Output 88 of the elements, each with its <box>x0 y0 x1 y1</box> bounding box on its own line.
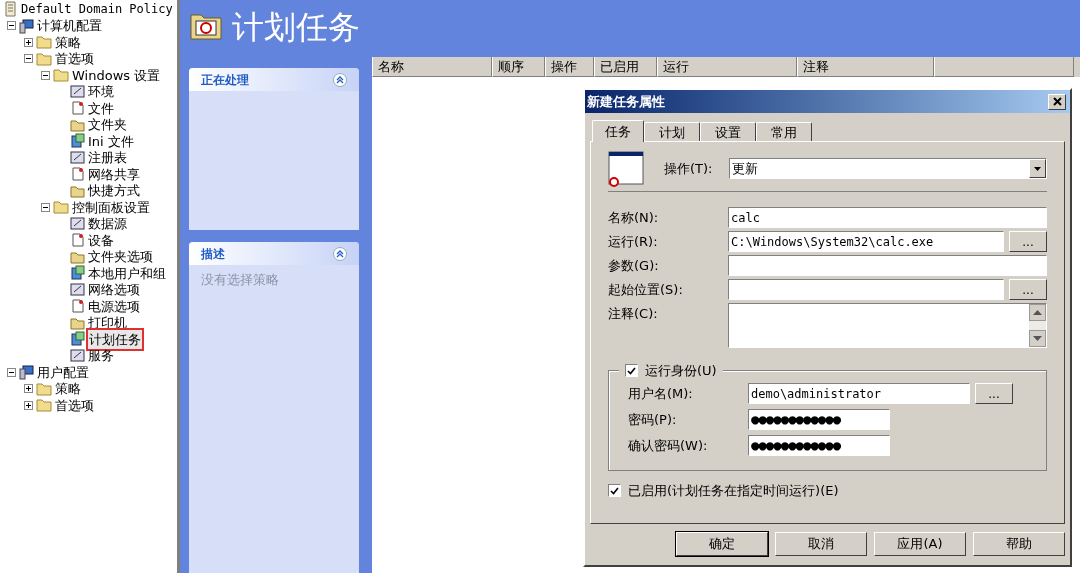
field-label: 参数(G): <box>608 257 660 275</box>
item-icon <box>70 281 85 298</box>
expand-expander-icon[interactable] <box>24 384 33 394</box>
folder-icon <box>36 50 52 67</box>
input-field[interactable] <box>728 279 1004 300</box>
item-icon <box>70 166 85 183</box>
field-label: 起始位置(S): <box>608 281 684 299</box>
checkbox-label: 已启用(计划任务在指定时间运行)(E) <box>628 482 839 500</box>
dialog-button[interactable]: 应用(A) <box>874 532 966 556</box>
item-icon <box>70 265 85 282</box>
folder-icon <box>36 34 52 51</box>
item-icon <box>70 331 85 348</box>
computer-icon <box>19 364 34 381</box>
page-title: 计划任务 <box>232 10 360 44</box>
folder-icon <box>53 199 69 216</box>
item-icon <box>70 133 85 150</box>
collapse-expander-icon[interactable] <box>24 54 33 64</box>
folder-icon <box>36 380 52 397</box>
collapse-expander-icon[interactable] <box>41 70 50 80</box>
column-header[interactable]: 注释 <box>797 57 934 77</box>
browse-button[interactable]: ... <box>1009 231 1047 252</box>
input-field[interactable]: demo\administrator <box>748 383 970 404</box>
expand-expander-icon[interactable] <box>24 37 33 47</box>
tree-item[interactable]: 用户配置 <box>37 362 89 382</box>
item-icon <box>70 83 85 100</box>
folder-icon <box>36 397 52 414</box>
collapse-chevron-icon <box>333 246 347 261</box>
tab[interactable]: 常用 <box>756 122 812 141</box>
check-mark-icon <box>610 486 619 495</box>
panel-title: 正在处理 <box>201 71 249 89</box>
tree-item[interactable]: 服务 <box>88 346 114 366</box>
tree-item[interactable]: Default Domain Policy <box>21 0 173 19</box>
tab[interactable]: 设置 <box>700 122 756 141</box>
item-icon <box>70 215 85 232</box>
field-label: 名称(N): <box>608 209 660 227</box>
field-label: 注释(C): <box>608 305 659 323</box>
comment-text-area[interactable] <box>728 303 1047 348</box>
column-header[interactable]: 操作 <box>545 57 594 77</box>
field-label: 确认密码(W): <box>628 436 709 455</box>
dialog-button[interactable]: 取消 <box>775 532 867 556</box>
collapse-expander-icon[interactable] <box>7 21 16 31</box>
check-mark-icon <box>627 366 636 375</box>
task-window-icon <box>608 150 644 187</box>
panel-title: 描述 <box>201 245 225 263</box>
folder-icon <box>53 67 69 84</box>
password-field[interactable]: ●●●●●●●●●●●● <box>748 409 890 430</box>
password-field[interactable]: ●●●●●●●●●●●● <box>748 435 890 456</box>
checkbox[interactable] <box>608 484 621 498</box>
tree-item[interactable]: 计划任务 <box>88 329 142 349</box>
panel-text: 没有选择策略 <box>200 271 280 289</box>
column-header[interactable] <box>934 57 1074 77</box>
column-header[interactable]: 顺序 <box>492 57 545 77</box>
dialog-title: 新建任务属性 <box>587 92 665 111</box>
collapse-chevron-icon <box>333 72 347 87</box>
checkbox-label: 运行身份(U) <box>645 362 717 380</box>
column-header[interactable]: 运行 <box>657 57 797 77</box>
item-icon <box>70 100 85 117</box>
item-icon <box>70 232 85 249</box>
item-icon <box>70 149 85 166</box>
field-label: 用户名(M): <box>628 384 694 403</box>
item-icon <box>70 298 85 315</box>
dialog-button[interactable]: 帮助 <box>973 532 1065 556</box>
column-header[interactable]: 名称 <box>372 57 492 77</box>
action-dropdown[interactable]: 更新 <box>729 158 1047 179</box>
dropdown-arrow-icon <box>1034 166 1041 171</box>
collapse-expander-icon[interactable] <box>41 202 50 212</box>
browse-button[interactable]: ... <box>1009 279 1047 300</box>
input-field[interactable]: C:\Windows\System32\calc.exe <box>728 231 1004 252</box>
dialog-button[interactable]: 确定 <box>676 532 768 556</box>
field-label: 密码(P): <box>628 410 678 429</box>
close-icon <box>1052 97 1062 106</box>
collapse-expander-icon[interactable] <box>7 367 16 377</box>
field-label: 运行(R): <box>608 233 659 251</box>
computer-icon <box>19 17 34 34</box>
scroll-down-icon <box>1029 330 1046 347</box>
scroll-up-icon <box>1029 304 1046 321</box>
expand-expander-icon[interactable] <box>24 400 33 410</box>
field-label: 操作(T): <box>664 159 714 178</box>
policy-scroll-icon <box>3 1 18 18</box>
column-header[interactable]: 已启用 <box>594 57 657 77</box>
input-field[interactable] <box>728 255 1047 276</box>
close-button[interactable] <box>1048 93 1066 110</box>
tab[interactable]: 任务 <box>592 120 644 142</box>
item-icon <box>70 347 85 364</box>
tab[interactable]: 计划 <box>644 122 700 141</box>
input-field[interactable]: calc <box>728 207 1047 228</box>
browse-button[interactable]: ... <box>975 383 1013 404</box>
checkbox[interactable] <box>625 364 638 378</box>
